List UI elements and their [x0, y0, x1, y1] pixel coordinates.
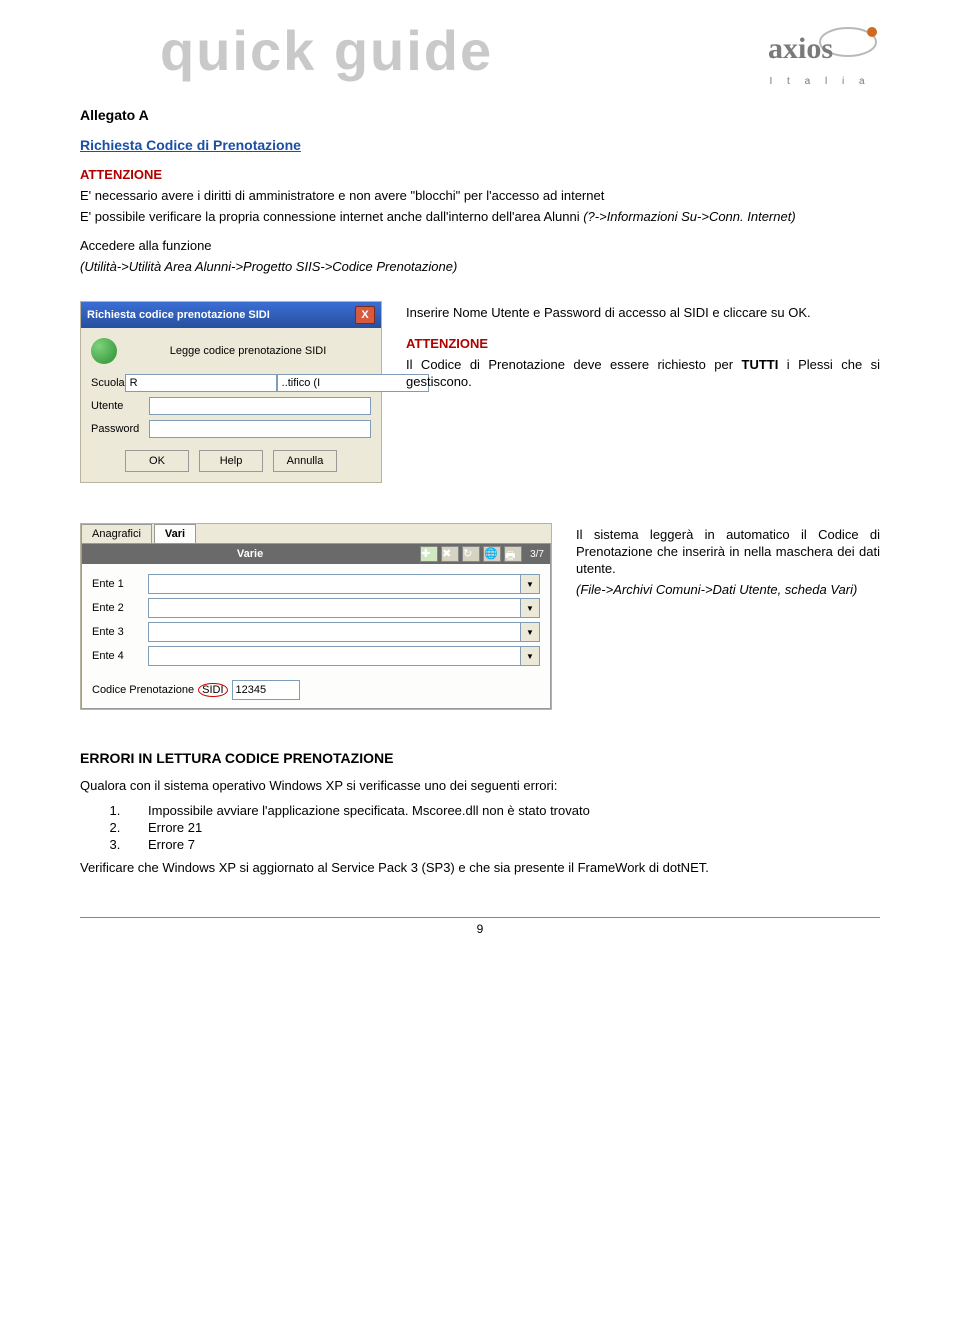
footer-rule — [80, 917, 880, 918]
link-richiesta[interactable]: Richiesta Codice di Prenotazione — [80, 137, 301, 153]
para-1: E' necessario avere i diritti di amminis… — [80, 188, 880, 205]
world-icon[interactable]: 🌐 — [483, 546, 501, 562]
chevron-down-icon[interactable]: ▼ — [520, 646, 540, 666]
brand-logo: axios I t a l i a — [760, 18, 880, 87]
password-label: Password — [91, 423, 149, 435]
utente-label: Utente — [91, 400, 149, 412]
side1-text2a: Il Codice di Prenotazione deve essere ri… — [406, 357, 742, 372]
ente3-field[interactable] — [148, 622, 521, 642]
scuola-field-1[interactable] — [125, 374, 277, 392]
delete-icon[interactable]: ✖ — [441, 546, 459, 562]
side1-text2b: TUTTI — [742, 357, 779, 372]
globe-icon — [91, 338, 117, 364]
record-count: 3/7 — [530, 549, 544, 560]
dialog1-title: Richiesta codice prenotazione SIDI — [87, 309, 270, 321]
sidi-pill: SIDI — [198, 683, 227, 697]
print-icon[interactable]: 🖶 — [504, 546, 522, 562]
ente1-label: Ente 1 — [92, 578, 148, 590]
chevron-down-icon[interactable]: ▼ — [520, 598, 540, 618]
utente-field[interactable] — [149, 397, 371, 415]
attenzione-label-2: ATTENZIONE — [406, 336, 488, 351]
dialog1-msg: Legge codice prenotazione SIDI — [125, 345, 371, 357]
brand-text: axios — [768, 32, 833, 65]
close-icon[interactable]: X — [355, 306, 375, 324]
quick-guide-title: quick guide — [160, 18, 493, 83]
para-3-path: (Utilità->Utilità Area Alunni->Progetto … — [80, 259, 880, 276]
codice-label: Codice Prenotazione — [92, 684, 194, 696]
attenzione-label-1: ATTENZIONE — [80, 167, 162, 182]
error-item-2: Errore 21 — [124, 820, 880, 835]
ente4-label: Ente 4 — [92, 650, 148, 662]
dialog-richiesta-sidi: Richiesta codice prenotazione SIDI X Leg… — [80, 301, 382, 483]
cancel-button[interactable]: Annulla — [273, 450, 337, 472]
side1-text1: Inserire Nome Utente e Password di acces… — [406, 305, 880, 322]
add-icon[interactable]: ✚ — [420, 546, 438, 562]
side2-text1: Il sistema leggerà in automatico il Codi… — [576, 527, 880, 578]
brand-sub: I t a l i a — [769, 76, 870, 87]
ok-button[interactable]: OK — [125, 450, 189, 472]
ente3-label: Ente 3 — [92, 626, 148, 638]
error-item-3: Errore 7 — [124, 837, 880, 852]
refresh-icon[interactable]: ↻ — [462, 546, 480, 562]
error-item-1: Impossibile avviare l'applicazione speci… — [124, 803, 880, 818]
errors-heading: ERRORI IN LETTURA CODICE PRENOTAZIONE — [80, 750, 880, 766]
scuola-label: Scuola — [91, 377, 125, 389]
ente4-field[interactable] — [148, 646, 521, 666]
ente1-field[interactable] — [148, 574, 521, 594]
password-field[interactable] — [149, 420, 371, 438]
errors-outro: Verificare che Windows XP si aggiornato … — [80, 860, 880, 877]
page-number: 9 — [80, 922, 880, 936]
chevron-down-icon[interactable]: ▼ — [520, 574, 540, 594]
codice-field[interactable] — [232, 680, 300, 700]
subbar-title: Varie — [237, 548, 263, 560]
dialog-vari: Anagrafici Vari Varie ✚ ✖ ↻ 🌐 🖶 3/7 — [80, 523, 552, 710]
ente2-label: Ente 2 — [92, 602, 148, 614]
help-button[interactable]: Help — [199, 450, 263, 472]
tab-vari[interactable]: Vari — [154, 524, 196, 543]
side2-text2: (File->Archivi Comuni->Dati Utente, sche… — [576, 582, 880, 599]
errors-intro: Qualora con il sistema operativo Windows… — [80, 778, 880, 795]
para-3: Accedere alla funzione — [80, 238, 880, 255]
ente2-field[interactable] — [148, 598, 521, 618]
tab-anagrafici[interactable]: Anagrafici — [81, 524, 152, 543]
para-2: E' possibile verificare la propria conne… — [80, 209, 580, 224]
section-allegato: Allegato A — [80, 107, 880, 123]
para-2-path: (?->Informazioni Su->Conn. Internet) — [583, 209, 795, 224]
chevron-down-icon[interactable]: ▼ — [520, 622, 540, 642]
